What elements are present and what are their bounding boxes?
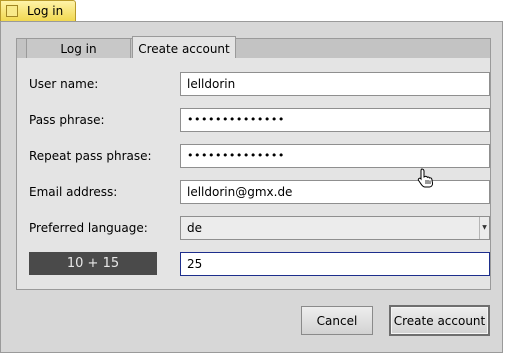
- language-select[interactable]: de ▼: [180, 216, 490, 240]
- cancel-button[interactable]: Cancel: [301, 306, 373, 335]
- window-title-tab[interactable]: Log in: [0, 0, 76, 21]
- create-account-button[interactable]: Create account: [389, 305, 490, 336]
- captcha-answer-input[interactable]: 25: [180, 252, 490, 276]
- hand-pointer-icon: [417, 168, 434, 188]
- captcha-row: 10 + 15 25: [29, 252, 490, 276]
- tab-create-account[interactable]: Create account: [132, 36, 236, 60]
- language-selected-value: de: [187, 221, 202, 235]
- username-row: User name: lelldorin: [29, 72, 490, 96]
- tab-log-in-label: Log in: [60, 42, 97, 56]
- email-label: Email address:: [29, 185, 118, 199]
- language-row: Preferred language: de ▼: [29, 216, 490, 240]
- captcha-challenge: 10 + 15: [29, 252, 157, 275]
- repeat-passphrase-input[interactable]: ••••••••••••••: [180, 144, 490, 168]
- email-input[interactable]: lelldorin@gmx.de: [180, 180, 490, 204]
- repeat-passphrase-label: Repeat pass phrase:: [29, 149, 152, 163]
- email-row: Email address: lelldorin@gmx.de: [29, 180, 490, 204]
- language-label: Preferred language:: [29, 221, 148, 235]
- tab-log-in[interactable]: Log in: [26, 38, 131, 59]
- repeat-passphrase-row: Repeat pass phrase: ••••••••••••••: [29, 144, 490, 168]
- chevron-down-icon[interactable]: ▼: [479, 217, 489, 239]
- tab-bar: Log in Create account: [16, 36, 491, 60]
- passphrase-input[interactable]: ••••••••••••••: [180, 108, 490, 132]
- username-input[interactable]: lelldorin: [180, 72, 490, 96]
- window-title: Log in: [27, 4, 64, 18]
- tab-create-account-label: Create account: [138, 41, 230, 56]
- window-icon: [6, 5, 18, 17]
- passphrase-label: Pass phrase:: [29, 113, 105, 127]
- username-label: User name:: [29, 77, 99, 91]
- passphrase-row: Pass phrase: ••••••••••••••: [29, 108, 490, 132]
